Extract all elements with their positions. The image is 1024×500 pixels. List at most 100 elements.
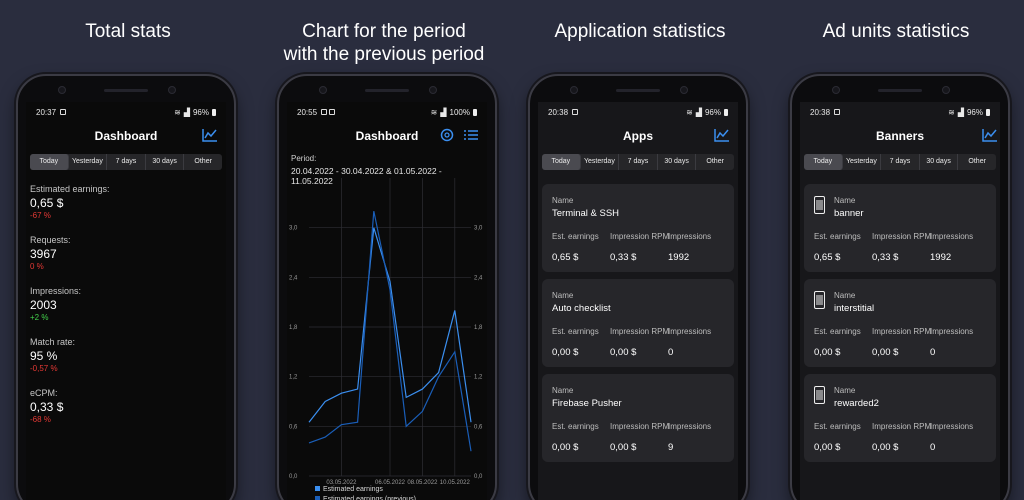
tab-7-days[interactable]: 7 days [107, 154, 146, 170]
rpm-label: Impression RPM [872, 422, 932, 431]
x-tick-label: 08.05.2022 [407, 480, 438, 486]
legend-label: Estimated earnings (previous) [323, 496, 416, 500]
tab-other[interactable]: Other [958, 154, 996, 170]
card-name: interstitial [834, 303, 875, 314]
panel-total-stats: Total stats 20:37 ≋ ▟ 96% Dashboard Today … [0, 0, 256, 500]
card-name: Terminal & SSH [552, 208, 620, 219]
phone-screen: 20:38 ≋ ▟ 96% Apps Today Yesterday 7 days … [538, 102, 738, 500]
app-bar: Banners [800, 124, 1000, 148]
battery-icon [473, 108, 477, 116]
page-title: Banners [875, 129, 925, 143]
impressions-label: Impressions [930, 232, 974, 241]
earnings-value: 0,00 $ [552, 442, 579, 453]
legend-label: Estimated earnings [323, 486, 383, 493]
name-label: Name [552, 196, 574, 205]
status-bar: 20:38 ≋ ▟ 96% [810, 106, 990, 118]
wifi-icon: ≋ [948, 107, 955, 117]
tab-other[interactable]: Other [184, 154, 222, 170]
battery-icon [986, 108, 990, 116]
app-card[interactable]: Name Terminal & SSH Est. earnings Impressio… [542, 184, 734, 272]
battery-icon [724, 108, 728, 116]
period-label: Period: [291, 154, 317, 163]
battery-level: 96% [192, 107, 209, 117]
tab-today[interactable]: Today [30, 154, 69, 170]
rpm-value: 0,00 $ [872, 442, 899, 453]
wifi-icon: ≋ [686, 107, 693, 117]
y-tick-label: 1,2 [289, 375, 298, 381]
period-tabs: Today Yesterday 7 days 30 days Other [804, 154, 996, 170]
earnings-value: 0,00 $ [814, 347, 841, 358]
tab-today[interactable]: Today [542, 154, 581, 170]
impressions-value: 0 [668, 347, 674, 358]
earnings-label: Est. earnings [552, 327, 599, 336]
rpm-value: 0,33 $ [872, 252, 899, 263]
period-tabs: Today Yesterday 7 days 30 days Other [542, 154, 734, 170]
app-card[interactable]: Name Auto checklist Est. earnings Impressio… [542, 279, 734, 367]
tab-7-days[interactable]: 7 days [881, 154, 920, 170]
card-name: banner [834, 208, 864, 219]
tab-7-days[interactable]: 7 days [619, 154, 658, 170]
wifi-icon: ≋ [174, 107, 181, 117]
chart-icon[interactable] [714, 128, 730, 142]
y-tick-label-right: 1,8 [474, 325, 483, 331]
impressions-value: 1992 [930, 252, 952, 263]
page-title: Dashboard [94, 129, 158, 143]
panel-title: Total stats [85, 21, 171, 42]
earnings-value: 0,00 $ [814, 442, 841, 453]
stat-change: 0 % [30, 262, 44, 271]
chart-icon[interactable] [982, 128, 998, 142]
panel-title: Ad units statistics [822, 21, 970, 42]
list-icon[interactable] [463, 128, 479, 142]
impressions-label: Impressions [668, 422, 712, 431]
app-card[interactable]: Name Firebase Pusher Est. earnings Impressi… [542, 374, 734, 462]
tab-30-days[interactable]: 30 days [658, 154, 697, 170]
battery-level: 96% [966, 107, 983, 117]
battery-icon [212, 108, 216, 116]
impressions-label: Impressions [930, 422, 974, 431]
phone-screen: 20:55 ≋ ▟ 100% Dashboard Period: 20.04.202… [287, 102, 487, 500]
chart-icon[interactable] [202, 128, 218, 142]
panel-app-stats: Application statistics 20:38 ≋ ▟ 96% Apps … [512, 0, 768, 500]
tab-yesterday[interactable]: Yesterday [581, 154, 620, 170]
y-tick-label-right: 0,0 [474, 474, 483, 480]
stat-change: -0,57 % [30, 364, 58, 373]
tab-yesterday[interactable]: Yesterday [69, 154, 108, 170]
rpm-value: 0,00 $ [610, 347, 637, 358]
rpm-label: Impression RPM [872, 327, 932, 336]
stat-change: -68 % [30, 415, 51, 424]
earnings-label: Est. earnings [552, 422, 599, 431]
earnings-value: 0,65 $ [814, 252, 841, 263]
name-label: Name [834, 386, 856, 395]
tab-other[interactable]: Other [696, 154, 734, 170]
tab-today[interactable]: Today [804, 154, 843, 170]
legend-swatch [315, 486, 320, 491]
tab-30-days[interactable]: 30 days [920, 154, 959, 170]
panel-ad-units-stats: Ad units statistics 20:38 ≋ ▟ 96% Banners … [768, 0, 1024, 500]
stat-requests: Requests: 3967 0 % [30, 235, 71, 271]
stat-change: -67 % [30, 211, 51, 220]
rpm-value: 0,00 $ [872, 347, 899, 358]
rpm-label: Impression RPM [872, 232, 932, 241]
y-tick-label: 3,0 [289, 226, 298, 232]
name-label: Name [834, 291, 856, 300]
earnings-label: Est. earnings [814, 232, 861, 241]
notification-icon [572, 109, 579, 115]
name-label: Name [834, 196, 856, 205]
tab-yesterday[interactable]: Yesterday [843, 154, 882, 170]
ad-unit-card[interactable]: Name interstitial Est. earnings Impression … [804, 279, 996, 367]
signal-icon: ▟ [695, 107, 702, 117]
ad-unit-card[interactable]: Name banner Est. earnings Impression RPM Imp… [804, 184, 996, 272]
y-tick-label-right: 0,6 [474, 424, 483, 430]
app-bar: Dashboard [26, 124, 226, 148]
settings-icon[interactable] [439, 128, 455, 142]
impressions-label: Impressions [668, 327, 712, 336]
phone-frame: 20:55 ≋ ▟ 100% Dashboard Period: 20.04.202… [277, 74, 497, 500]
y-tick-label: 1,8 [289, 325, 298, 331]
panel-chart-period: Chart for the period with the previous pe… [256, 0, 512, 500]
page-title: Dashboard [355, 129, 419, 143]
notification-icon [834, 109, 841, 115]
ad-unit-card[interactable]: Name rewarded2 Est. earnings Impression RPM… [804, 374, 996, 462]
stat-value: 0,33 $ [30, 400, 64, 414]
stat-value: 3967 [30, 247, 57, 261]
tab-30-days[interactable]: 30 days [146, 154, 185, 170]
